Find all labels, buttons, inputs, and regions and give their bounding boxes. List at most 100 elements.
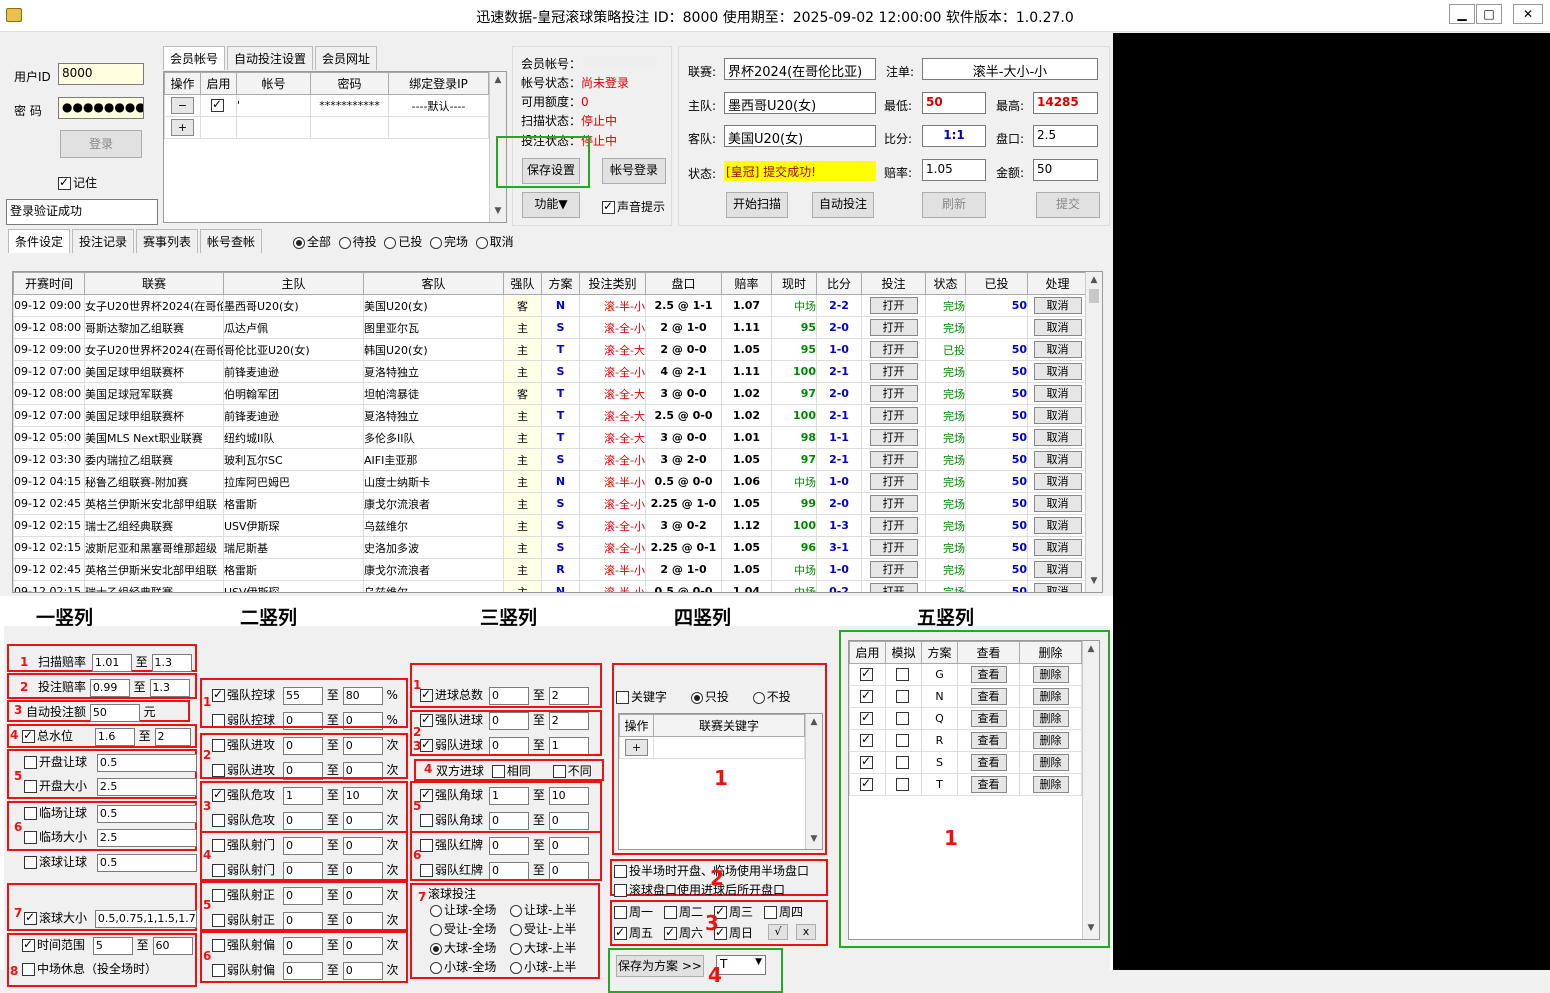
match-col-header[interactable]: 比分 [816,272,862,295]
sound-checkbox[interactable]: 声音提示 [602,198,665,215]
tab-member-account[interactable]: 会员帐号 [163,46,226,70]
match-row[interactable]: 09-12 02:45 英格兰伊斯米安北部甲组联 格雷斯 康戈尔流浪者主 S 滚-全-小 2… [13,492,1088,515]
roll-option-radio[interactable]: 受让-全场 [430,920,496,937]
cancel-button[interactable]: 取消 [1033,561,1082,578]
save-plan-button[interactable]: 保存为方案 >> [616,955,704,977]
plan-view-button[interactable]: 查看 [970,732,1007,749]
bet-field[interactable]: 滚半-大小-小 [922,58,1098,80]
kw-add-button[interactable]: + [624,739,649,756]
match-col-header[interactable]: 投注类别 [579,272,646,295]
plan-delete-button[interactable]: 删除 [1032,710,1069,727]
tab-member-url[interactable]: 会员网址 [315,46,378,70]
match-scrollbar[interactable]: ▲ ▼ [1085,272,1102,592]
plan-delete-button[interactable]: 删除 [1032,732,1069,749]
cancel-button[interactable]: 取消 [1033,473,1082,490]
plan-enable-checkbox[interactable] [860,710,873,726]
open-button[interactable]: 打开 [869,539,918,556]
plan-delete-button[interactable]: 删除 [1032,666,1069,683]
roll-handicap-checkbox[interactable] [24,856,37,869]
cancel-button[interactable]: 取消 [1033,297,1082,314]
open-button[interactable]: 打开 [869,319,918,336]
only-radio[interactable]: 只投 [690,690,729,704]
cancel-button[interactable]: 取消 [1033,341,1082,358]
plan-view-button[interactable]: 查看 [970,666,1007,683]
weekday-checkbox[interactable]: 周六 [664,924,703,941]
roll-option-radio[interactable]: 小球-全场 [430,958,496,975]
ip-cell[interactable]: ----默认---- [388,94,489,117]
weekday-checkbox[interactable]: 周五 [614,924,653,941]
cancel-button[interactable]: 取消 [1033,363,1082,380]
start-scan-button[interactable]: 开始扫描 [726,192,788,218]
scan-odds-min[interactable]: 1.01 [91,653,132,672]
cancel-button[interactable]: 取消 [1033,583,1082,592]
half-checkbox[interactable] [614,865,627,878]
open-size-checkbox[interactable] [24,780,37,793]
match-col-header[interactable]: 开赛时间 [13,272,85,295]
bet-odds-min[interactable]: 0.99 [89,678,130,697]
close-button[interactable]: ✕ [1513,4,1543,24]
match-col-header[interactable]: 强队 [503,272,542,295]
amount-field[interactable]: 50 [1033,159,1098,181]
time-range-max[interactable]: 60 [152,936,193,955]
plan-simulate-checkbox[interactable] [896,712,909,726]
time-range-min[interactable]: 5 [92,936,133,955]
add-row-button[interactable]: + [170,119,195,136]
match-col-header[interactable]: 客队 [363,272,504,295]
match-col-header[interactable]: 主队 [223,272,364,295]
plan-view-button[interactable]: 查看 [970,754,1007,771]
notbet-radio[interactable]: 不投 [752,690,791,704]
cancel-button[interactable]: 取消 [1033,385,1082,402]
match-row[interactable]: 09-12 03:30 委内瑞拉乙组联赛 玻利瓦尔SC AIFI圭亚那主 S 滚-全-小 3… [13,448,1088,471]
score-field[interactable]: 1:1 [922,125,986,147]
roll-option-radio[interactable]: 大球-上半 [510,939,576,956]
function-menu-button[interactable]: 功能▼ [522,192,580,218]
open-size-input[interactable]: 2.5 [96,777,197,796]
plan-row[interactable]: T 查看 删除 [849,773,1082,796]
scan-odds-max[interactable]: 1.3 [151,653,192,672]
roll-option-radio[interactable]: 小球-上半 [510,958,576,975]
submit-button[interactable]: 提交 [1036,192,1100,218]
account-login-button[interactable]: 帐号登录 [602,158,666,184]
weekday-checkbox[interactable]: 周日 [714,924,753,941]
roll-option-radio[interactable]: 让球-全场 [430,901,496,918]
open-handicap-checkbox[interactable] [24,756,37,769]
refresh-button[interactable]: 刷新 [922,192,986,218]
open-button[interactable]: 打开 [869,495,918,512]
match-row[interactable]: 09-12 08:00 哥斯达黎加乙组联赛 瓜达卢佩 图里亚尔瓦主 S 滚-全-小 2 @ … [13,316,1088,339]
filter-pending[interactable]: 待投 [338,235,377,249]
roll-size-input[interactable]: 0.5,0.75,1,1.5,1.75 [94,909,197,928]
password-input[interactable]: ●●●●●●●● [58,97,144,119]
plan-simulate-checkbox[interactable] [896,734,909,748]
league-field[interactable]: 界杯2024(在哥伦比亚) [724,58,876,80]
match-row[interactable]: 09-12 05:00 美国MLS Next职业联赛 纽约城II队 多伦多II队主 T 滚… [13,426,1088,449]
plan-row[interactable]: Q 查看 删除 [849,707,1082,730]
remember-checkbox[interactable]: 记住 [58,174,97,191]
plan-view-button[interactable]: 查看 [970,710,1007,727]
member-row[interactable]: − ' *********** ----默认---- [164,94,489,117]
login-button[interactable]: 登录 [60,130,142,158]
plan-simulate-checkbox[interactable] [896,778,909,792]
match-row[interactable]: 09-12 02:15 瑞士乙组经典联赛 USV伊斯琛 乌兹维尔主 S 滚-全-小 3 @ … [13,514,1088,537]
open-button[interactable]: 打开 [869,297,918,314]
plan-enable-checkbox[interactable] [860,776,873,792]
time-range-checkbox[interactable] [22,937,35,952]
match-col-header[interactable]: 联赛 [84,272,224,295]
match-row[interactable]: 09-12 08:00 美国足球冠军联赛 伯明翰军团 坦帕湾暴徒客 T 滚-全-大 3 @ … [13,382,1088,405]
open-button[interactable]: 打开 [869,561,918,578]
weekday-checkbox[interactable]: 周二 [664,903,703,920]
same-checkbox[interactable] [491,765,505,778]
match-row[interactable]: 09-12 02:45 英格兰伊斯米安北部甲组联 格雷斯 康戈尔流浪者主 R 滚-半-小 2… [13,558,1088,581]
roll-option-radio[interactable]: 大球-全场 [430,939,496,956]
line-field[interactable]: 2.5 [1033,125,1098,147]
away-field[interactable]: 美国U20(女) [724,125,876,147]
tab-match-list[interactable]: 赛事列表 [136,229,199,253]
odds-field[interactable]: 1.05 [922,159,986,181]
plan-select[interactable]: T ▼ [716,955,766,975]
weekday-ok-button[interactable]: √ [768,924,788,940]
auto-amount-input[interactable]: 50 [89,703,140,722]
open-button[interactable]: 打开 [869,341,918,358]
match-col-header[interactable]: 方案 [541,272,580,295]
match-col-header[interactable]: 现时 [771,272,817,295]
account-cell[interactable]: ' [236,94,311,117]
cancel-button[interactable]: 取消 [1033,495,1082,512]
